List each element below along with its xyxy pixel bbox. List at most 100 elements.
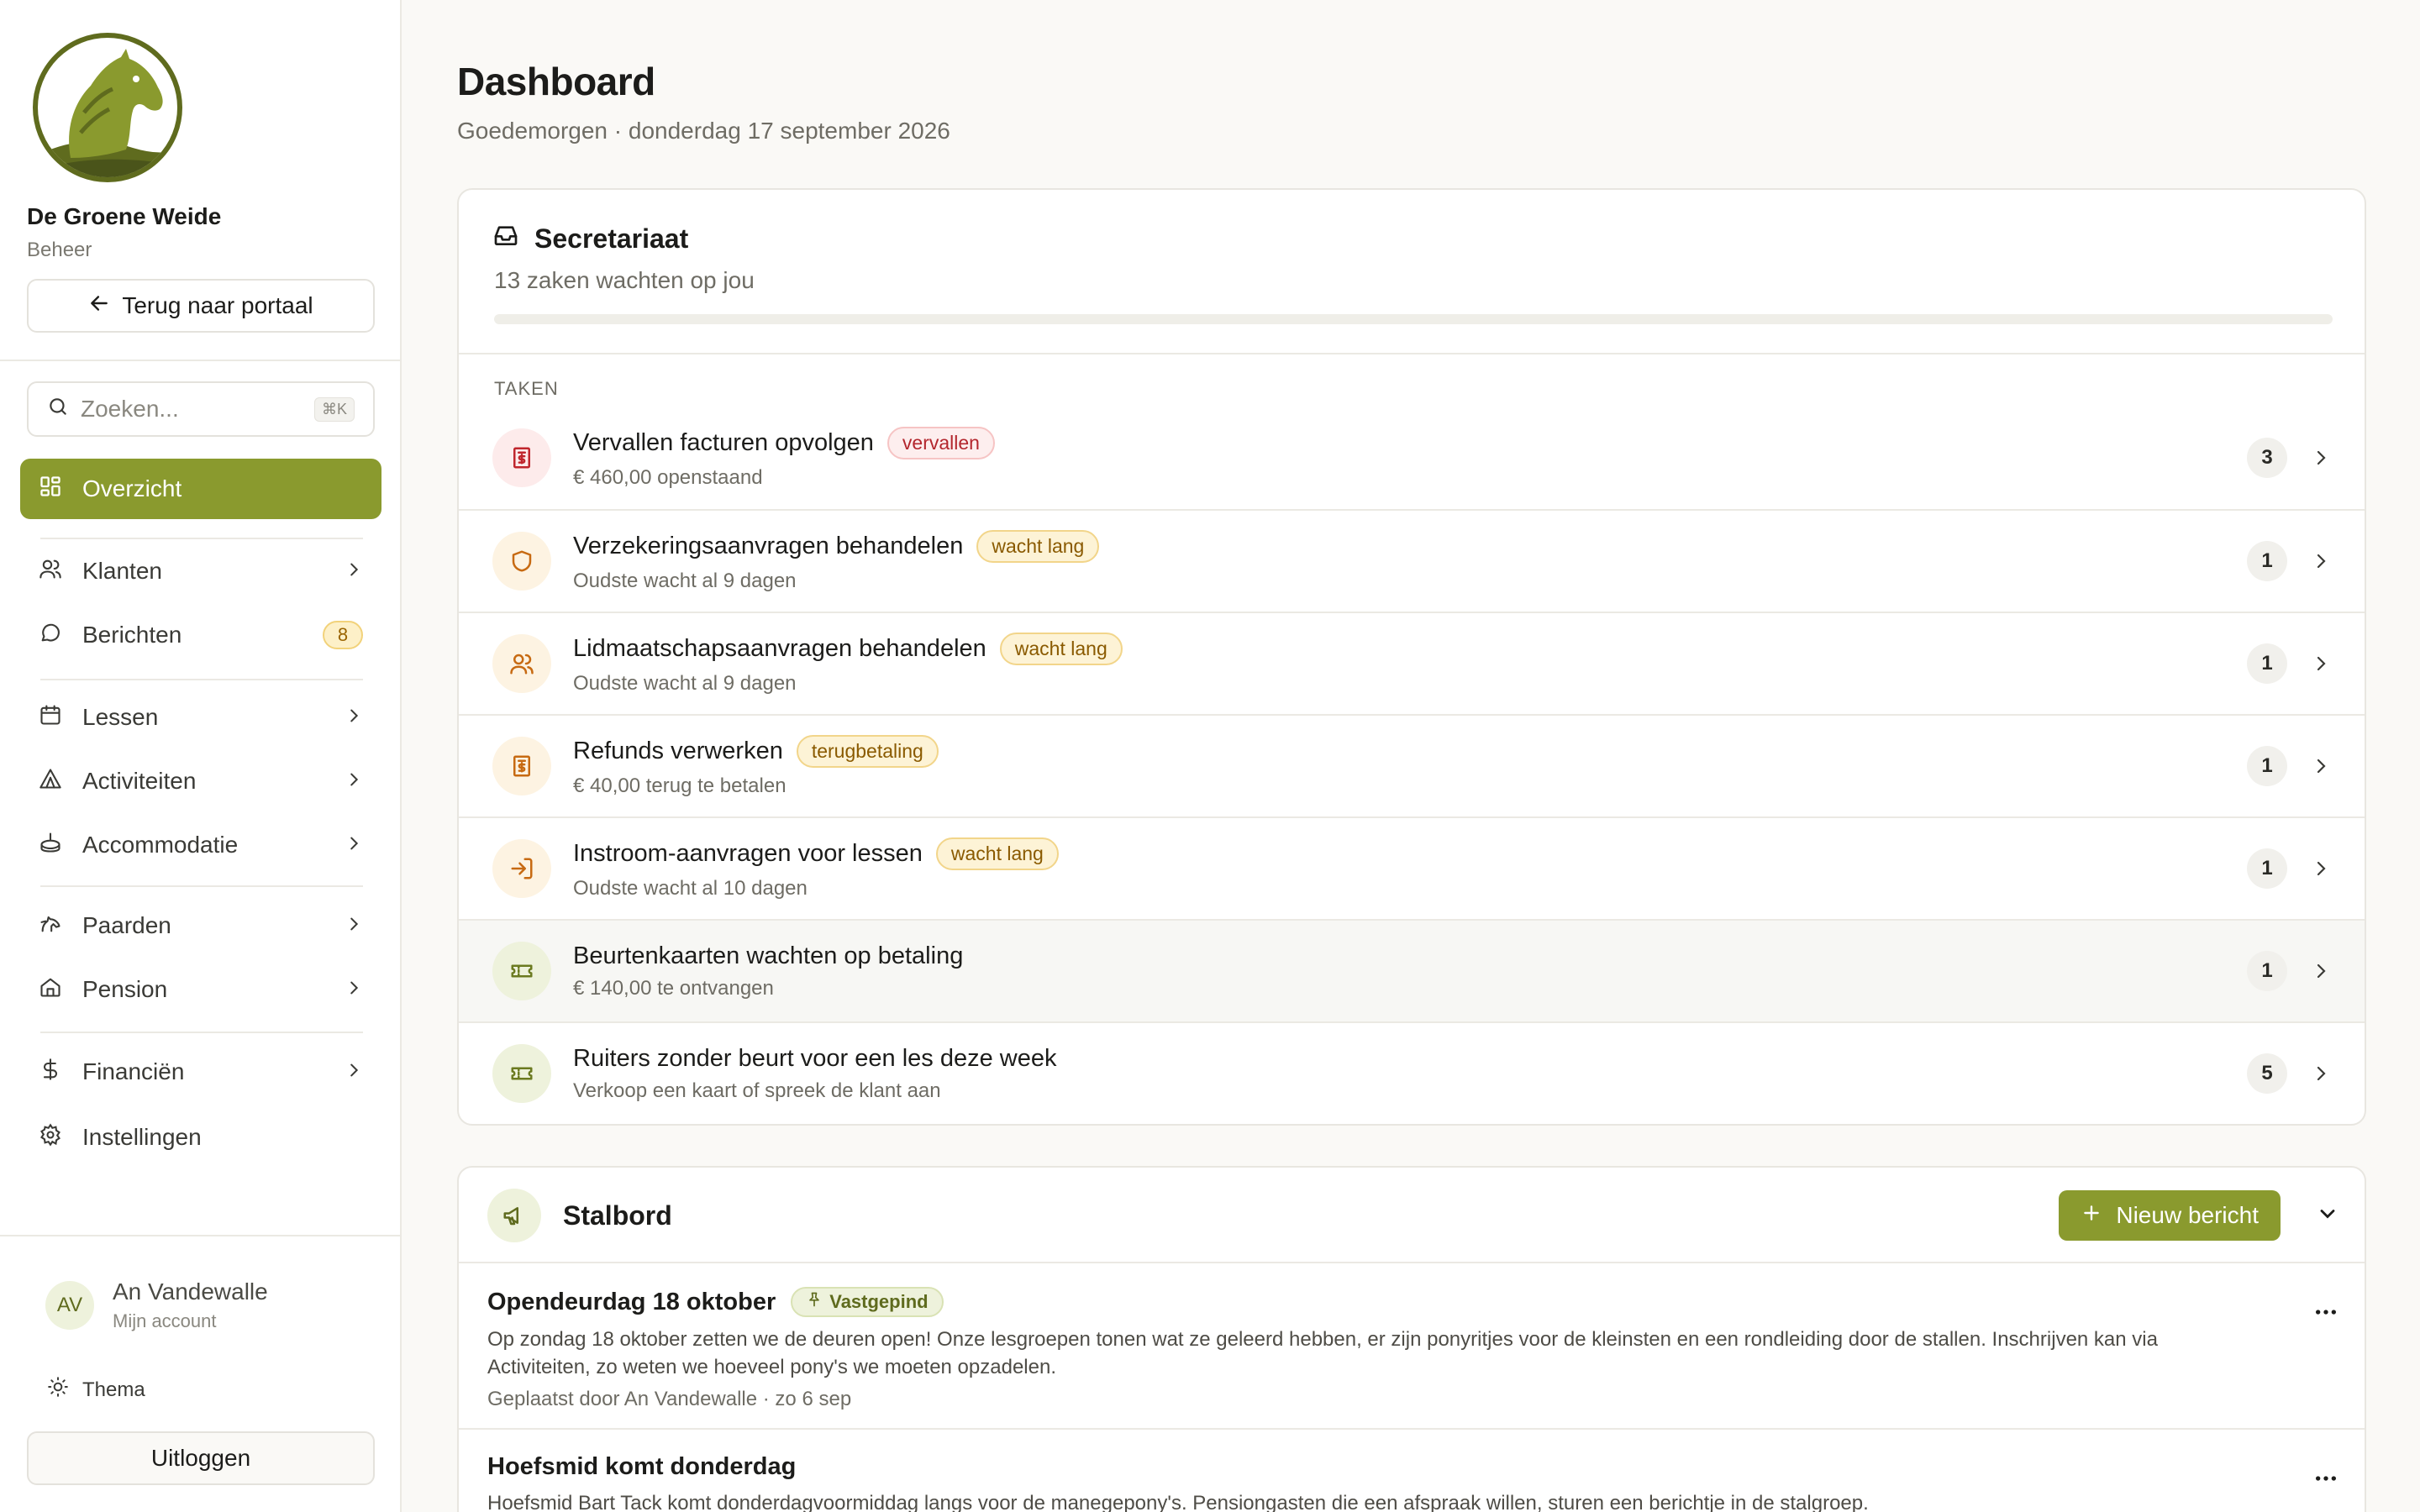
sidebar-item-pension[interactable]: Pension (20, 959, 381, 1020)
task-count-badge: 1 (2247, 643, 2287, 684)
task-count-badge: 3 (2247, 438, 2287, 478)
task-subtitle: € 40,00 terug te betalen (573, 774, 786, 797)
post-divider (459, 1428, 2365, 1430)
inbox-icon (492, 222, 519, 255)
search-shortcut: ⌘K (313, 396, 355, 422)
sidebar-item-klanten[interactable]: Klanten (20, 541, 381, 601)
secretariaat-title: Secretariaat (534, 223, 689, 254)
status-badge: vervallen (886, 426, 995, 459)
tasks-section-label: TAKEN (494, 378, 559, 399)
task-row[interactable]: Beurtenkaarten wachten op betaling € 140… (459, 919, 2365, 1021)
unread-count-badge: 8 (323, 621, 363, 649)
section-divider (459, 353, 2365, 354)
sidebar-item-label: Lessen (82, 704, 159, 730)
more-horizontal-icon (2312, 1476, 2339, 1495)
sidebar-item-label: Pension (82, 976, 168, 1002)
collapse-button[interactable] (2316, 1202, 2339, 1230)
theme-toggle[interactable]: Thema (47, 1376, 145, 1404)
post-title: Hoefsmid komt donderdag (487, 1453, 797, 1480)
task-row[interactable]: Ruiters zonder beurt voor een les deze w… (459, 1021, 2365, 1124)
status-badge: terugbetaling (796, 734, 939, 768)
pin-icon (806, 1291, 823, 1313)
chevron-right-icon (2311, 1063, 2331, 1084)
page-subtitle: Goedemorgen · donderdag 17 september 202… (457, 118, 950, 144)
shield-icon (492, 532, 551, 591)
secretariaat-progress-bar (494, 314, 2333, 324)
task-row[interactable]: Verzekeringsaanvragen behandelen wacht l… (459, 509, 2365, 612)
back-to-portal-label: Terug naar portaal (122, 292, 313, 318)
task-title: Vervallen facturen opvolgen (573, 428, 874, 456)
task-row[interactable]: Refunds verwerken terugbetaling € 40,00 … (459, 714, 2365, 816)
sidebar-item-financien[interactable]: Financiën (20, 1042, 381, 1102)
sidebar-item-label: Klanten (82, 558, 162, 584)
search-input[interactable]: Zoeken... ⌘K (27, 381, 375, 437)
sidebar-item-label: Berichten (82, 622, 182, 648)
post-more-button[interactable] (2312, 1465, 2339, 1496)
sidebar-item-activiteiten[interactable]: Activiteiten (20, 751, 381, 811)
post-item: Opendeurdag 18 oktober Vastgepind Op zon… (487, 1287, 2339, 1411)
horse-icon (39, 911, 62, 941)
task-subtitle: Verkoop een kaart of spreek de klant aan (573, 1079, 941, 1102)
secretariaat-subtitle: 13 zaken wachten op jou (494, 267, 755, 293)
task-row[interactable]: Lidmaatschapsaanvragen behandelen wacht … (459, 612, 2365, 714)
sidebar-divider (0, 360, 400, 361)
ticket-icon (492, 942, 551, 1000)
plus-icon (2081, 1202, 2102, 1230)
arena-icon (39, 831, 62, 860)
chevron-right-icon (345, 832, 363, 858)
task-count-badge: 1 (2247, 746, 2287, 786)
task-subtitle: Oudste wacht al 9 dagen (573, 671, 797, 695)
stalbord-header: Stalbord Nieuw bericht (487, 1188, 2339, 1243)
chat-icon (39, 621, 62, 650)
sidebar-item-instellingen[interactable]: Instellingen (20, 1107, 381, 1168)
secretariaat-header: Secretariaat (492, 222, 688, 255)
account-menu[interactable]: AV An Vandewalle Mijn account (45, 1278, 268, 1332)
stalbord-card: Stalbord Nieuw bericht Opendeurdag 18 ok… (457, 1166, 2366, 1512)
status-badge: wacht lang (935, 837, 1059, 870)
sidebar-item-label: Overzicht (82, 475, 182, 501)
chevron-right-icon (345, 1058, 363, 1085)
login-icon (492, 839, 551, 898)
sun-icon (47, 1376, 69, 1404)
avatar: AV (45, 1281, 94, 1330)
chevron-down-icon (2316, 1202, 2339, 1230)
arrow-left-icon (88, 292, 110, 320)
post-body: Op zondag 18 oktober zetten we de deuren… (487, 1328, 2158, 1378)
post-title: Opendeurdag 18 oktober (487, 1288, 776, 1315)
nav-divider (40, 679, 363, 680)
tent-icon (39, 767, 62, 796)
status-badge: wacht lang (976, 529, 1100, 563)
status-badge: wacht lang (999, 632, 1123, 665)
new-post-button[interactable]: Nieuw bericht (2059, 1190, 2281, 1241)
chevron-right-icon (2311, 961, 2331, 981)
sidebar-item-lessen[interactable]: Lessen (20, 687, 381, 748)
task-row[interactable]: Instroom-aanvragen voor lessen wacht lan… (459, 816, 2365, 919)
dollar-icon (39, 1058, 62, 1087)
invoice-icon (492, 737, 551, 795)
sidebar-item-label: Activiteiten (82, 768, 197, 794)
sidebar-item-paarden[interactable]: Paarden (20, 895, 381, 956)
invoice-icon (492, 428, 551, 487)
sidebar-item-accommodatie[interactable]: Accommodatie (20, 815, 381, 875)
chevron-right-icon (2311, 448, 2331, 468)
sidebar-item-overzicht[interactable]: Overzicht (20, 459, 381, 519)
secretariaat-card: Secretariaat 13 zaken wachten op jou TAK… (457, 188, 2366, 1126)
home-icon (39, 975, 62, 1005)
sidebar-item-label: Financiën (82, 1058, 185, 1084)
ticket-icon (492, 1044, 551, 1103)
task-row[interactable]: Vervallen facturen opvolgen vervallen € … (459, 407, 2365, 509)
task-count-badge: 1 (2247, 848, 2287, 889)
sidebar-item-label: Paarden (82, 912, 171, 938)
search-icon (47, 396, 69, 423)
sidebar-item-berichten[interactable]: Berichten 8 (20, 605, 381, 665)
logout-button[interactable]: Uitloggen (27, 1431, 375, 1485)
chevron-right-icon (345, 768, 363, 795)
task-subtitle: Oudste wacht al 9 dagen (573, 569, 797, 592)
post-more-button[interactable] (2312, 1299, 2339, 1330)
back-to-portal-button[interactable]: Terug naar portaal (27, 279, 375, 333)
sidebar: De Groene Weide Beheer Terug naar portaa… (0, 0, 402, 1512)
chevron-right-icon (345, 912, 363, 939)
users-icon (39, 557, 62, 586)
post-item: Hoefsmid komt donderdag Hoefsmid Bart Ta… (487, 1453, 2339, 1512)
task-count-badge: 5 (2247, 1053, 2287, 1094)
